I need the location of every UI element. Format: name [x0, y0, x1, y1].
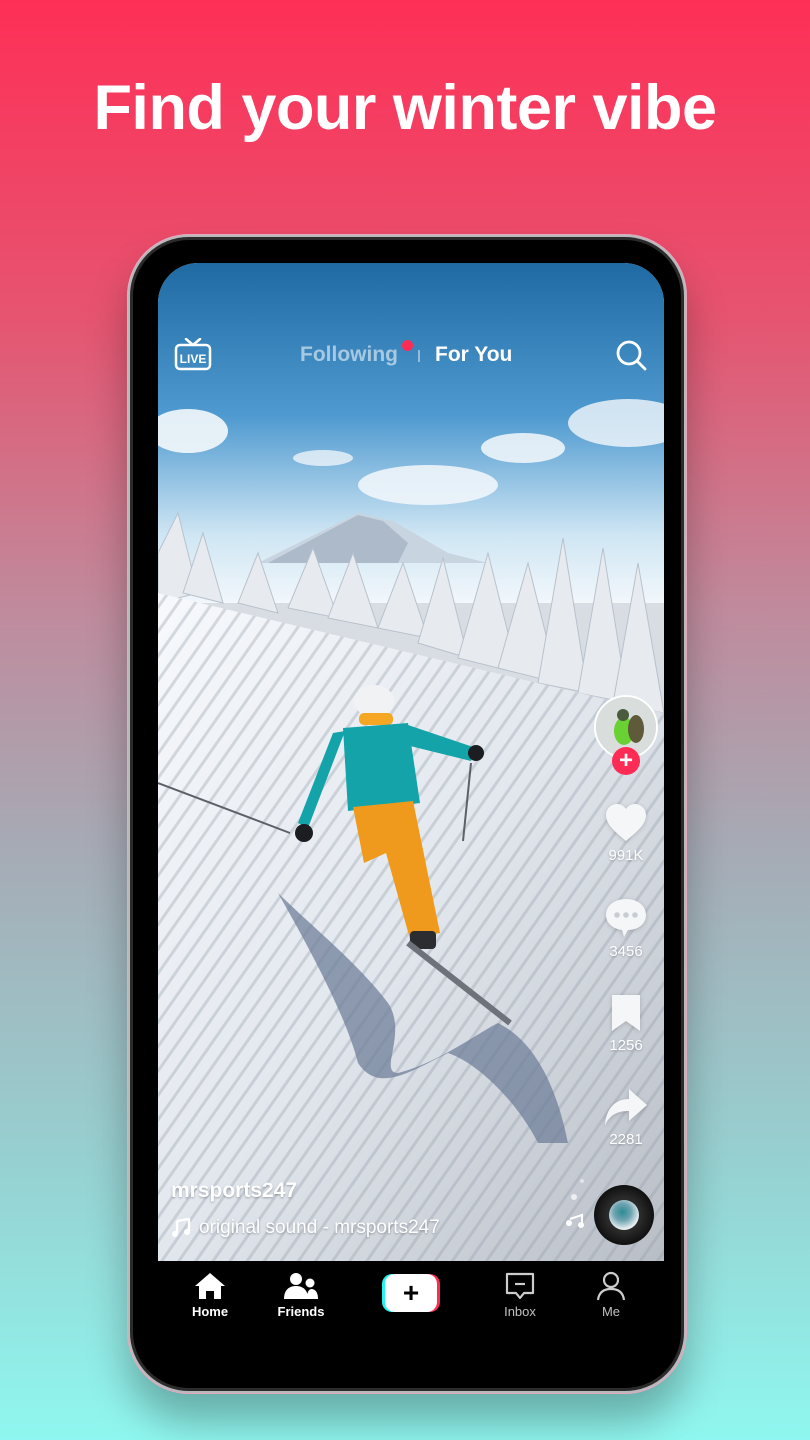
feed-top-bar: LIVE Following For You — [158, 335, 664, 375]
sound-info[interactable]: original sound - mrsports247 — [171, 1217, 440, 1239]
nav-inbox-label: Inbox — [504, 1304, 536, 1319]
share-icon — [605, 1089, 647, 1125]
phone-mockup: LIVE Following For You + 991K 3456 1256 … — [127, 234, 687, 1394]
nav-friends[interactable]: Friends — [261, 1271, 341, 1319]
bookmark-icon — [612, 995, 640, 1031]
home-icon — [195, 1273, 225, 1299]
nav-me-label: Me — [601, 1304, 621, 1319]
live-label: LIVE — [180, 352, 207, 366]
friends-icon — [284, 1273, 318, 1299]
floating-notes-icon — [566, 1179, 584, 1228]
sound-disc-cover — [609, 1200, 639, 1230]
profile-icon — [596, 1271, 626, 1301]
like-button[interactable]: 991K — [588, 803, 664, 864]
creator-username[interactable]: mrsports247 — [171, 1179, 297, 1203]
comment-button[interactable]: 3456 — [588, 897, 664, 960]
nav-inbox[interactable]: Inbox — [480, 1271, 560, 1319]
sound-disc[interactable] — [594, 1185, 654, 1245]
inbox-icon — [505, 1272, 535, 1300]
save-button[interactable]: 1256 — [588, 993, 664, 1054]
create-icon: + — [385, 1274, 437, 1312]
search-icon[interactable] — [614, 338, 648, 372]
share-count: 2281 — [609, 1131, 643, 1148]
save-count: 1256 — [609, 1037, 643, 1054]
bottom-nav: Home Friends + Inbox Me — [158, 1261, 664, 1341]
nav-home-label: Home — [191, 1304, 229, 1319]
nav-friends-label: Friends — [277, 1304, 325, 1319]
comment-icon — [606, 899, 646, 937]
like-count: 991K — [608, 847, 644, 864]
tab-divider — [418, 350, 420, 362]
follow-button[interactable]: + — [612, 747, 640, 775]
nav-home[interactable]: Home — [170, 1271, 250, 1319]
live-tv-icon[interactable]: LIVE — [174, 338, 212, 372]
create-button[interactable]: + — [382, 1274, 440, 1312]
sound-title: original sound - mrsports247 — [199, 1217, 440, 1238]
nav-me[interactable]: Me — [571, 1271, 651, 1319]
comment-count: 3456 — [609, 943, 643, 960]
share-button[interactable]: 2281 — [588, 1087, 664, 1148]
tab-for-you[interactable]: For You — [435, 343, 512, 367]
video-screen[interactable]: LIVE Following For You + 991K 3456 1256 … — [158, 263, 664, 1261]
following-notification-dot — [402, 340, 413, 351]
heart-icon — [606, 804, 646, 841]
tab-following[interactable]: Following — [300, 343, 398, 367]
headline: Find your winter vibe — [93, 73, 717, 143]
music-note-icon — [172, 1218, 191, 1237]
